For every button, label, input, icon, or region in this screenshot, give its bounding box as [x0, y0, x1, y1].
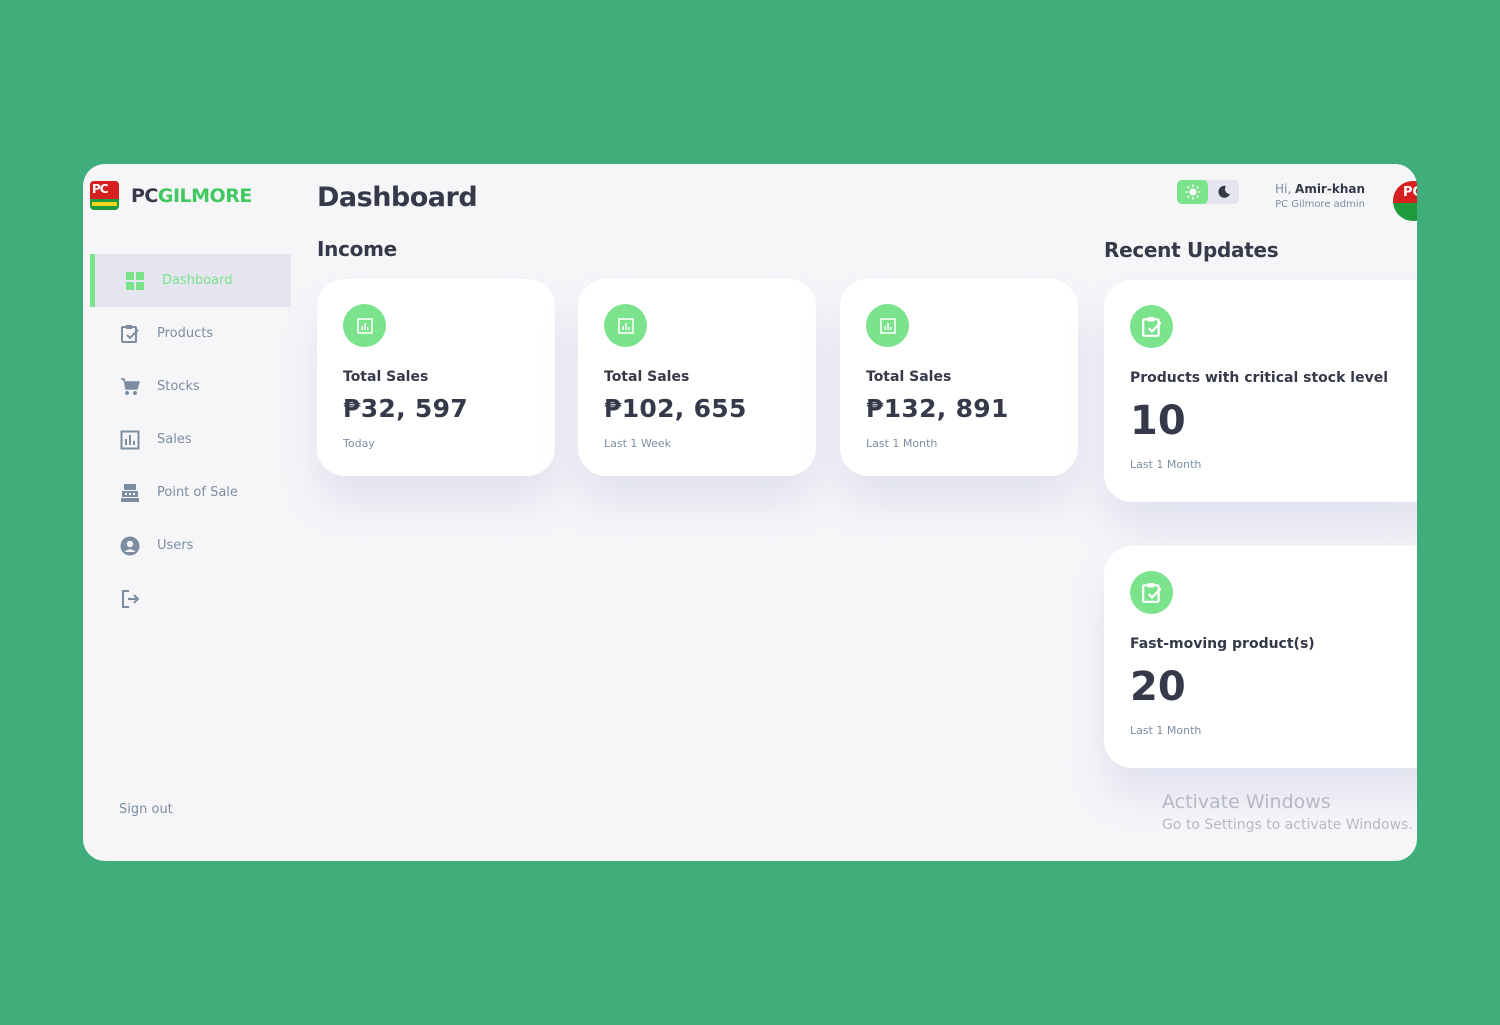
sidebar-item-label: Stocks — [157, 379, 200, 394]
card-value: ₱32, 597 — [343, 394, 468, 423]
card-period: Last 1 Month — [1130, 458, 1202, 471]
app-window: PC PCGILMORE Dashboard Products Stocks S… — [83, 164, 1417, 861]
bar-chart-icon — [120, 430, 140, 450]
clipboard-check-icon — [1130, 571, 1173, 614]
sidebar-item-sales[interactable]: Sales — [90, 413, 291, 466]
clipboard-check-icon — [120, 324, 140, 344]
sidebar-item-label: Users — [157, 538, 194, 553]
theme-toggle[interactable] — [1177, 180, 1239, 204]
sidebar-item-stocks[interactable]: Stocks — [90, 360, 291, 413]
card-period: Today — [343, 437, 375, 450]
card-value: ₱132, 891 — [866, 394, 1009, 423]
card-label: Total Sales — [866, 369, 952, 385]
analytics-icon — [866, 304, 909, 347]
user-circle-icon — [120, 536, 140, 556]
analytics-icon — [343, 304, 386, 347]
card-period: Last 1 Week — [604, 437, 672, 450]
sun-icon[interactable] — [1177, 180, 1208, 204]
card-label: Total Sales — [604, 369, 690, 385]
sidebar-item-dashboard[interactable]: Dashboard — [90, 254, 291, 307]
sidebar-item-label: Products — [157, 326, 214, 341]
activate-windows-watermark: Activate Windows Go to Settings to activ… — [1162, 791, 1413, 833]
sidebar-item-users[interactable]: Users — [90, 519, 291, 572]
brand-name: PCGILMORE — [131, 184, 252, 207]
user-info: Hi, Amir-khan PC Gilmore admin — [1275, 182, 1365, 210]
signout-link[interactable]: Sign out — [119, 802, 173, 817]
card-value: 10 — [1130, 398, 1186, 444]
user-role: PC Gilmore admin — [1275, 199, 1365, 210]
card-label: Products with critical stock level — [1130, 370, 1388, 386]
moon-icon[interactable] — [1208, 180, 1239, 204]
sidebar-item-logout[interactable] — [90, 572, 291, 625]
grid-icon — [125, 271, 145, 291]
sidebar-item-products[interactable]: Products — [90, 307, 291, 360]
update-card-critical-stock: Products with critical stock level 10 La… — [1104, 280, 1417, 502]
update-card-fast-moving: Fast-moving product(s) 20 Last 1 Month — [1104, 546, 1417, 768]
avatar[interactable]: PC — [1393, 181, 1417, 221]
sidebar-item-label: Dashboard — [162, 273, 233, 288]
page-title: Dashboard — [317, 182, 478, 213]
logo-badge-icon: PC — [90, 181, 119, 210]
logout-icon — [120, 589, 140, 609]
income-card-week: Total Sales ₱102, 655 Last 1 Week — [578, 279, 816, 476]
card-label: Fast-moving product(s) — [1130, 636, 1315, 652]
greeting: Hi, — [1275, 182, 1292, 196]
sidebar-nav: Dashboard Products Stocks Sales Point of… — [90, 254, 291, 625]
cash-register-icon — [120, 483, 140, 503]
card-period: Last 1 Month — [866, 437, 938, 450]
cart-icon — [120, 377, 140, 397]
income-title: Income — [317, 237, 397, 261]
income-card-month: Total Sales ₱132, 891 Last 1 Month — [840, 279, 1078, 476]
sidebar-item-label: Sales — [157, 432, 192, 447]
income-card-today: Total Sales ₱32, 597 Today — [317, 279, 555, 476]
card-label: Total Sales — [343, 369, 429, 385]
username: Amir-khan — [1295, 182, 1365, 196]
analytics-icon — [604, 304, 647, 347]
card-value: 20 — [1130, 664, 1186, 710]
sidebar-item-point-of-sale[interactable]: Point of Sale — [90, 466, 291, 519]
card-period: Last 1 Month — [1130, 724, 1202, 737]
card-value: ₱102, 655 — [604, 394, 747, 423]
sidebar-item-label: Point of Sale — [157, 485, 238, 500]
brand-logo[interactable]: PC PCGILMORE — [90, 181, 252, 210]
clipboard-check-icon — [1130, 305, 1173, 348]
recent-updates-title: Recent Updates — [1104, 238, 1279, 262]
